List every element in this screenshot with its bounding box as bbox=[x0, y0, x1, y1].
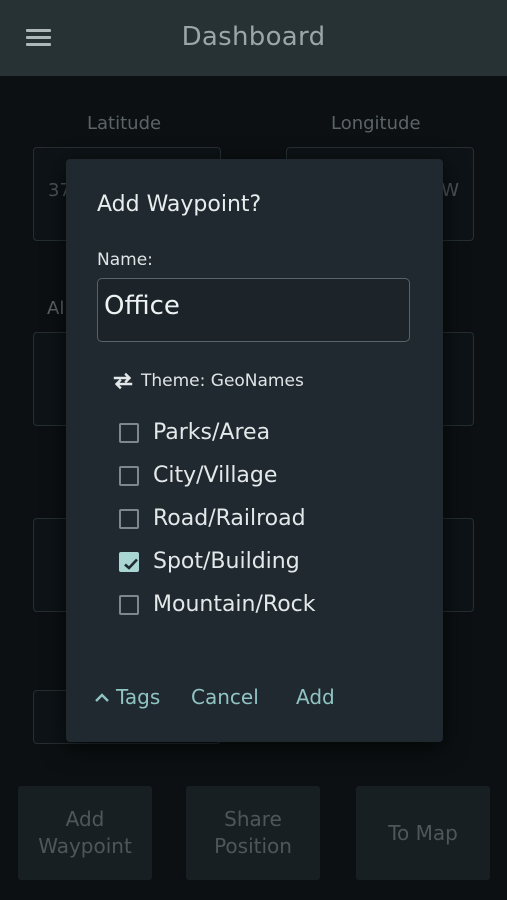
checkbox[interactable] bbox=[119, 594, 139, 615]
add-button[interactable]: Add bbox=[296, 685, 335, 709]
category-label: Parks/Area bbox=[153, 420, 271, 445]
checkbox[interactable] bbox=[119, 465, 139, 486]
category-parks-area[interactable]: Parks/Area bbox=[119, 420, 270, 445]
tags-button[interactable]: Tags bbox=[94, 685, 160, 709]
theme-label: Theme: GeoNames bbox=[141, 371, 304, 391]
category-city-village[interactable]: City/Village bbox=[119, 463, 277, 488]
checkbox[interactable] bbox=[119, 508, 139, 529]
cancel-button[interactable]: Cancel bbox=[191, 685, 259, 709]
category-label: City/Village bbox=[153, 463, 278, 488]
chevron-up-icon bbox=[95, 693, 109, 702]
theme-selector[interactable]: Theme: GeoNames bbox=[111, 369, 304, 393]
name-input[interactable]: Office bbox=[97, 278, 410, 342]
checkmark-icon bbox=[124, 558, 138, 570]
category-mountain-rock[interactable]: Mountain/Rock bbox=[119, 592, 316, 617]
swap-icon bbox=[113, 372, 133, 390]
category-spot-building[interactable]: Spot/Building bbox=[119, 549, 300, 574]
checkbox-checked[interactable] bbox=[119, 551, 139, 572]
category-label: Mountain/Rock bbox=[153, 592, 316, 617]
category-road-railroad[interactable]: Road/Railroad bbox=[119, 506, 306, 531]
app-bar: Dashboard bbox=[0, 0, 507, 76]
name-label: Name: bbox=[97, 250, 153, 270]
add-waypoint-dialog: Add Waypoint? Name: Office Theme: GeoNam… bbox=[66, 159, 443, 742]
category-label: Spot/Building bbox=[153, 549, 300, 574]
dialog-title: Add Waypoint? bbox=[97, 192, 262, 217]
tags-label: Tags bbox=[116, 685, 161, 709]
category-label: Road/Railroad bbox=[153, 506, 306, 531]
page-title: Dashboard bbox=[181, 22, 326, 52]
checkbox[interactable] bbox=[119, 422, 139, 443]
